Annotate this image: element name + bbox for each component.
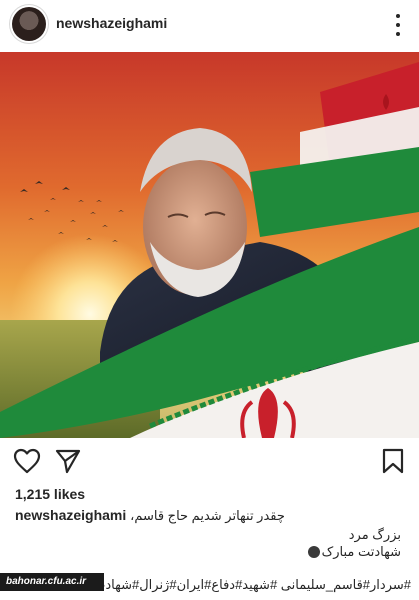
profile-avatar[interactable] bbox=[12, 7, 46, 41]
watermark: bahonar.cfu.ac.ir bbox=[0, 573, 104, 591]
caption-first-line: newshazeighami چقدر تنهاتر شدیم حاج قاسم… bbox=[15, 507, 285, 524]
more-options-icon[interactable] bbox=[395, 14, 401, 36]
post-username[interactable]: newshazeighami bbox=[56, 15, 167, 31]
likes-count[interactable]: 1,215 likes bbox=[15, 486, 85, 502]
caption-line-3: شهادتت مبارک bbox=[307, 544, 401, 560]
caption-username[interactable]: newshazeighami bbox=[15, 507, 126, 523]
caption-line-3-text: شهادتت مبارک bbox=[321, 544, 401, 559]
heart-icon[interactable] bbox=[13, 448, 41, 479]
paper-plane-icon[interactable] bbox=[55, 448, 81, 479]
post-header: newshazeighami bbox=[0, 0, 419, 50]
hashtags[interactable]: #سردار#قاسم_سلیمانی #شهید#دفاع#ایران#ژنر… bbox=[93, 577, 411, 593]
black-circle-icon bbox=[307, 546, 320, 558]
bookmark-icon[interactable] bbox=[381, 448, 405, 479]
caption-line-2: بزرگ مرد bbox=[348, 527, 401, 542]
post-image[interactable] bbox=[0, 52, 419, 438]
post-actions bbox=[0, 446, 419, 480]
caption-text: چقدر تنهاتر شدیم حاج قاسم، bbox=[130, 508, 285, 523]
